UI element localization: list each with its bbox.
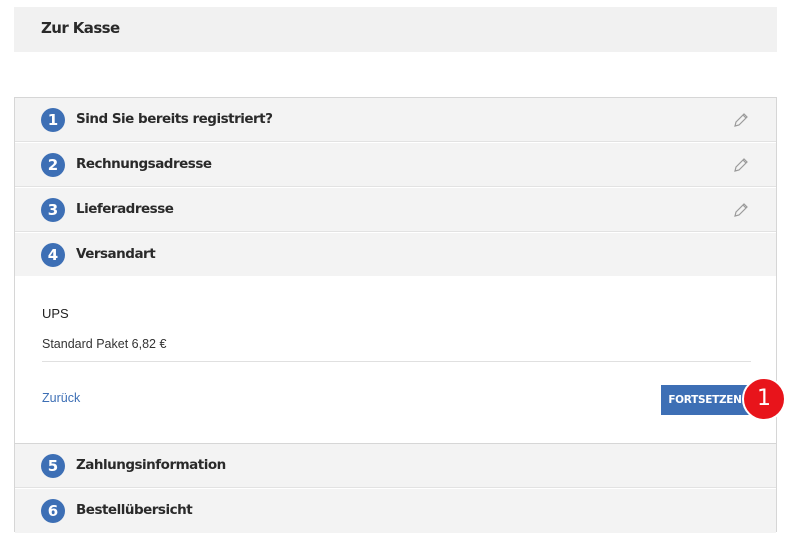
callout-badge: 1	[742, 377, 786, 421]
step-title: Rechnungsadresse	[76, 156, 212, 172]
step-number: 4	[41, 243, 65, 267]
step-title: Versandart	[76, 246, 156, 262]
pencil-icon[interactable]	[732, 201, 750, 219]
shipping-option[interactable]: Standard Paket 6,82 €	[42, 337, 166, 351]
pencil-icon[interactable]	[732, 156, 750, 174]
checkout-steps: 1 Sind Sie bereits registriert? 2 Rechnu…	[14, 97, 777, 533]
step-shipping-method: 4 Versandart	[15, 233, 776, 277]
step-registration[interactable]: 1 Sind Sie bereits registriert?	[15, 98, 776, 142]
step-number: 1	[41, 108, 65, 132]
back-link[interactable]: Zurück	[42, 391, 80, 405]
step-order-review: 6 Bestellübersicht	[15, 489, 776, 533]
step-title: Bestellübersicht	[76, 502, 193, 518]
step-payment-info: 5 Zahlungsinformation	[15, 444, 776, 488]
shipping-method-panel: UPS Standard Paket 6,82 € Zurück FORTSET…	[15, 276, 776, 444]
page-header: Zur Kasse	[14, 7, 777, 52]
continue-button[interactable]: FORTSETZEN	[661, 385, 749, 415]
shipping-carrier: UPS	[42, 306, 69, 321]
page-title: Zur Kasse	[41, 19, 120, 37]
step-title: Sind Sie bereits registriert?	[76, 111, 273, 127]
step-billing-address[interactable]: 2 Rechnungsadresse	[15, 143, 776, 187]
step-title: Zahlungsinformation	[76, 457, 226, 473]
step-title: Lieferadresse	[76, 201, 174, 217]
step-number: 5	[41, 454, 65, 478]
step-number: 6	[41, 499, 65, 523]
pencil-icon[interactable]	[732, 111, 750, 129]
step-number: 3	[41, 198, 65, 222]
step-number: 2	[41, 153, 65, 177]
divider	[42, 361, 751, 362]
step-shipping-address[interactable]: 3 Lieferadresse	[15, 188, 776, 232]
